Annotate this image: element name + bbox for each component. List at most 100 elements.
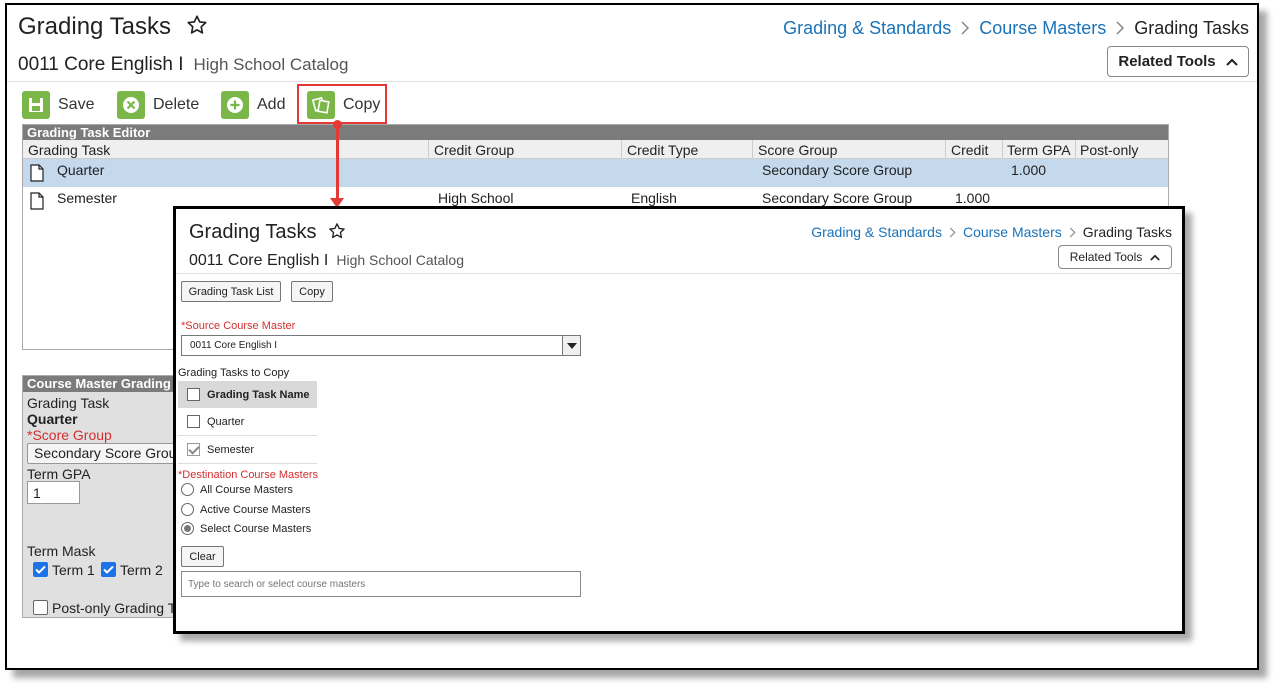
save-icon <box>22 91 50 119</box>
radio-label: Active Course Masters <box>200 503 311 516</box>
grading-task-value: Quarter <box>27 411 78 427</box>
cell-score-group: Secondary Score Group <box>762 190 913 206</box>
overlay-title-text: Grading Tasks <box>189 221 317 243</box>
checkbox-checked-icon <box>101 562 116 577</box>
overlay-copy-button[interactable]: Copy <box>291 281 333 302</box>
delete-button[interactable]: Delete <box>117 89 199 121</box>
overlay-course-name: 0011 Core English I <box>189 252 329 269</box>
document-icon <box>30 192 44 210</box>
col-credit-group[interactable]: Credit Group <box>434 142 514 158</box>
post-only-label: Post-only Grading T <box>52 600 177 616</box>
chevron-up-icon <box>1225 58 1238 66</box>
table-row[interactable]: Quarter Secondary Score Group 1.000 <box>23 159 1168 187</box>
page-title-text: Grading Tasks <box>18 13 171 40</box>
grading-task-name-header: Grading Task Name <box>178 381 317 408</box>
grading-task-label: Grading Task <box>27 395 110 411</box>
cell-task: Semester <box>57 190 117 206</box>
dropdown-arrow-icon[interactable] <box>562 336 580 355</box>
breadcrumb-course-masters[interactable]: Course Masters <box>963 224 1062 240</box>
grading-tasks-to-copy-label: Grading Tasks to Copy <box>178 367 290 379</box>
cell-term-gpa: 1.000 <box>1011 162 1047 178</box>
overlay-breadcrumb: Grading & Standards Course Masters Grading… <box>811 224 1172 240</box>
catalog-name: High School Catalog <box>193 55 349 74</box>
source-course-master-select[interactable]: 0011 Core English I <box>181 335 581 356</box>
overlay-subtitle: 0011 Core English I High School Catalog <box>189 252 464 270</box>
col-post-only[interactable]: Post-only <box>1080 142 1138 158</box>
course-name: 0011 Core English I <box>18 54 184 75</box>
save-button[interactable]: Save <box>22 89 94 121</box>
overlay-catalog: High School Catalog <box>336 252 464 268</box>
select-all-checkbox[interactable] <box>187 388 200 401</box>
semester-checkbox[interactable] <box>187 443 200 456</box>
radio-active-course-masters[interactable]: Active Course Masters <box>181 503 311 516</box>
breadcrumb-grading-standards[interactable]: Grading & Standards <box>811 224 942 240</box>
chevron-right-icon <box>1069 227 1076 238</box>
add-label: Add <box>257 96 286 113</box>
radio-icon <box>181 483 194 496</box>
related-tools-label: Related Tools <box>1118 53 1216 70</box>
cell-task: Quarter <box>57 162 105 178</box>
add-icon <box>221 91 249 119</box>
term-gpa-input[interactable]: 1 <box>27 481 80 504</box>
quarter-checkbox[interactable] <box>187 415 200 428</box>
checkbox-checked-icon <box>33 562 48 577</box>
course-subtitle: 0011 Core English I High School Catalog <box>18 54 348 76</box>
connector-line <box>336 124 339 200</box>
term1-checkbox[interactable]: Term 1 <box>33 562 95 578</box>
radio-select-course-masters[interactable]: Select Course Masters <box>181 522 311 535</box>
overlay-title: Grading Tasks <box>189 221 346 244</box>
score-group-label: *Score Group <box>27 427 112 443</box>
header-divider <box>7 81 1257 82</box>
breadcrumb-course-masters[interactable]: Course Masters <box>979 18 1106 38</box>
clear-button[interactable]: Clear <box>181 546 224 567</box>
term2-checkbox[interactable]: Term 2 <box>101 562 163 578</box>
term-mask-label: Term Mask <box>27 543 96 559</box>
score-group-select[interactable]: Secondary Score Grou <box>27 443 197 464</box>
delete-icon <box>117 91 145 119</box>
chevron-right-icon <box>1116 21 1125 35</box>
source-course-master-label: *Source Course Master <box>181 320 296 332</box>
col-credit-type[interactable]: Credit Type <box>627 142 698 158</box>
col-credit[interactable]: Credit <box>951 142 988 158</box>
course-masters-search-input[interactable] <box>181 571 581 597</box>
col-grading-task[interactable]: Grading Task <box>28 142 110 158</box>
course-master-grading-panel: Course Master Grading Grading Task Quart… <box>22 375 197 618</box>
breadcrumb-grading-tasks: Grading Tasks <box>1134 18 1249 38</box>
cell-score-group: Secondary Score Group <box>762 162 913 178</box>
col-score-group[interactable]: Score Group <box>758 142 837 158</box>
page-title: Grading Tasks <box>18 13 208 41</box>
editor-title: Grading Task Editor <box>23 125 1168 140</box>
term-gpa-label: Term GPA <box>27 466 91 482</box>
grading-task-name-header-label: Grading Task Name <box>207 388 310 401</box>
source-course-master-value: 0011 Core English I <box>190 340 278 351</box>
save-label: Save <box>58 96 95 113</box>
delete-label: Delete <box>153 96 200 113</box>
checkbox-empty-icon <box>33 600 48 615</box>
copy-highlight-box <box>297 84 387 124</box>
grading-task-list-button[interactable]: Grading Task List <box>181 281 281 302</box>
list-item: Semester <box>178 436 317 464</box>
main-window: Grading Tasks Grading & Standards Course … <box>5 3 1259 670</box>
document-icon <box>30 164 44 182</box>
star-icon[interactable] <box>186 14 208 36</box>
overlay-divider <box>176 273 1182 274</box>
col-term-gpa[interactable]: Term GPA <box>1007 142 1071 158</box>
task-name: Semester <box>207 443 255 456</box>
related-tools-button[interactable]: Related Tools <box>1107 46 1249 77</box>
radio-all-course-masters[interactable]: All Course Masters <box>181 483 293 496</box>
radio-label: All Course Masters <box>200 483 293 496</box>
add-button[interactable]: Add <box>221 89 285 121</box>
breadcrumb-grading-standards[interactable]: Grading & Standards <box>783 18 951 38</box>
cell-credit-type: English <box>631 190 677 206</box>
star-icon[interactable] <box>328 222 346 240</box>
chevron-right-icon <box>961 21 970 35</box>
chevron-right-icon <box>949 227 956 238</box>
chevron-up-icon <box>1150 254 1161 261</box>
copy-screen-overlay: Grading Tasks Grading & Standards Course … <box>173 206 1185 634</box>
breadcrumb-grading-tasks: Grading Tasks <box>1082 224 1172 240</box>
term2-label: Term 2 <box>120 562 163 578</box>
overlay-related-tools-button[interactable]: Related Tools <box>1058 245 1172 269</box>
post-only-checkbox[interactable]: Post-only Grading T <box>33 600 176 616</box>
list-item: Quarter <box>178 408 317 436</box>
cell-credit-group: High School <box>438 190 514 206</box>
